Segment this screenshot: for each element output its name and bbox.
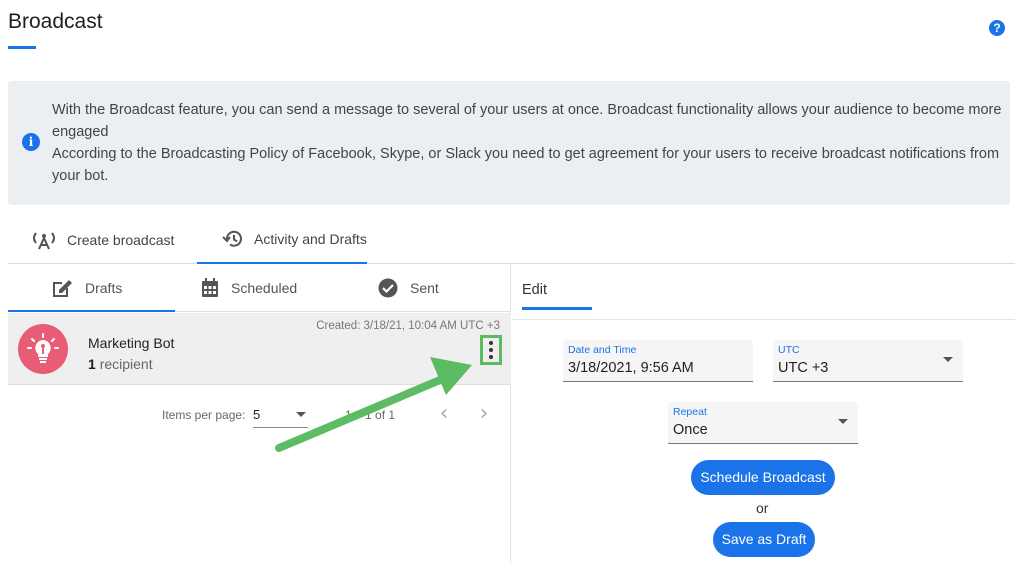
recipient-word: recipient <box>99 356 153 372</box>
items-per-page-label: Items per page: <box>162 408 246 422</box>
lightbulb-icon <box>18 324 68 374</box>
tab-sent-label: Sent <box>410 280 439 296</box>
next-page-button[interactable]: › <box>472 402 496 428</box>
draft-recipients: 1 recipient <box>88 356 153 372</box>
timezone-label: UTC <box>778 344 800 356</box>
draft-item[interactable]: Marketing Bot 1 recipient Created: 3/18/… <box>8 313 511 385</box>
edit-panel: Edit Date and Time 3/18/2021, 9:56 AM UT… <box>512 264 1015 563</box>
history-icon <box>222 229 244 249</box>
date-time-label: Date and Time <box>568 344 637 356</box>
save-as-draft-button[interactable]: Save as Draft <box>713 522 815 557</box>
timezone-value: UTC +3 <box>778 360 829 376</box>
info-box: i With the Broadcast feature, you can se… <box>8 81 1010 205</box>
date-time-value: 3/18/2021, 9:56 AM <box>568 360 694 376</box>
info-text: With the Broadcast feature, you can send… <box>52 99 1002 187</box>
divider <box>512 319 1015 320</box>
repeat-select[interactable]: Repeat Once <box>668 402 858 444</box>
main-tabs: Create broadcast Activity and Drafts <box>8 216 1015 264</box>
chevron-down-icon <box>296 412 306 417</box>
items-per-page-select[interactable]: 5 <box>253 402 308 428</box>
previous-page-button[interactable]: ‹ <box>432 402 456 428</box>
chevron-down-icon <box>838 419 848 424</box>
tab-sent[interactable]: Sent <box>378 264 439 312</box>
tab-create-broadcast[interactable]: Create broadcast <box>31 216 174 264</box>
chevron-down-icon <box>943 357 953 362</box>
tab-activity-drafts-label: Activity and Drafts <box>254 231 367 247</box>
or-separator: or <box>756 500 769 516</box>
draft-created-date: Created: 3/18/21, 10:04 AM UTC +3 <box>316 320 500 332</box>
more-vertical-icon[interactable] <box>480 335 502 365</box>
schedule-broadcast-button[interactable]: Schedule Broadcast <box>691 460 835 495</box>
page-range: 1 – 1 of 1 <box>345 408 396 422</box>
drafts-panel: Drafts Scheduled Sent Marketing Bot 1 re… <box>8 264 511 563</box>
page-title: Broadcast <box>8 10 103 33</box>
antenna-icon <box>31 230 57 250</box>
tab-drafts-label: Drafts <box>85 280 123 296</box>
help-circle-icon[interactable]: ? <box>989 20 1005 36</box>
date-time-field[interactable]: Date and Time 3/18/2021, 9:56 AM <box>563 340 753 382</box>
tab-scheduled[interactable]: Scheduled <box>201 264 297 312</box>
repeat-value: Once <box>673 422 708 438</box>
timezone-select[interactable]: UTC UTC +3 <box>773 340 963 382</box>
tab-create-broadcast-label: Create broadcast <box>67 232 175 248</box>
drafts-tab-underline <box>8 310 175 312</box>
recipient-count: 1 <box>88 356 96 372</box>
paginator: Items per page: 5 1 – 1 of 1 ‹ › <box>8 402 511 430</box>
tab-activity-drafts[interactable]: Activity and Drafts <box>197 216 367 264</box>
tab-scheduled-label: Scheduled <box>231 280 298 296</box>
title-underline <box>8 46 36 49</box>
tab-edit[interactable]: Edit <box>522 282 547 298</box>
edit-icon <box>51 278 73 298</box>
draft-bot-name: Marketing Bot <box>88 335 175 351</box>
sub-tabs: Drafts Scheduled Sent <box>8 264 511 312</box>
repeat-label: Repeat <box>673 406 707 418</box>
items-per-page-value: 5 <box>253 407 261 422</box>
info-icon: i <box>22 133 40 151</box>
edit-tab-underline <box>522 307 592 310</box>
info-line-2: According to the Broadcasting Policy of … <box>52 146 1000 184</box>
tab-drafts[interactable]: Drafts <box>51 264 122 312</box>
check-circle-icon <box>378 278 398 298</box>
calendar-icon <box>201 278 219 298</box>
info-line-1: With the Broadcast feature, you can send… <box>52 102 1002 140</box>
